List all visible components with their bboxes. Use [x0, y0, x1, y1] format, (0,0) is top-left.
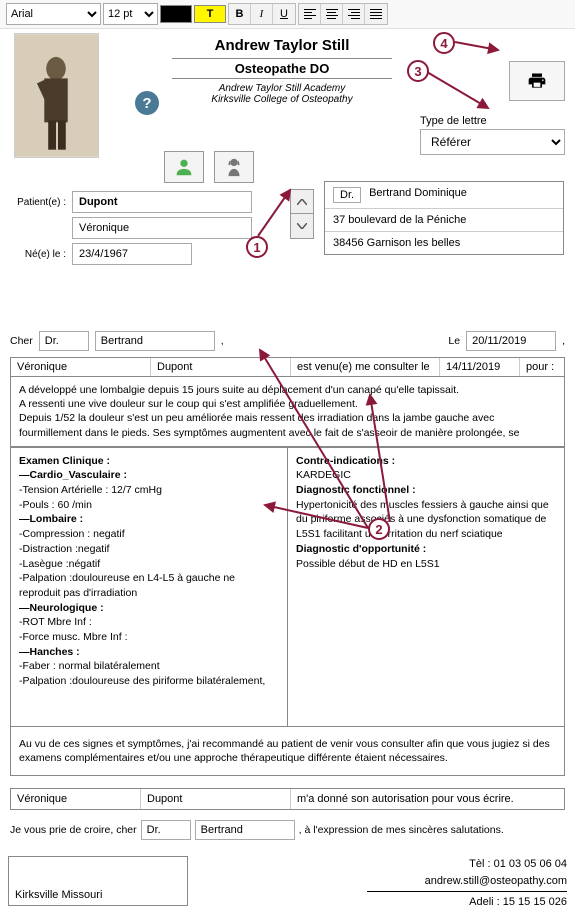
- visit-row: Véronique Dupont est venu(e) me consulte…: [10, 357, 565, 377]
- closing-pre: Je vous prie de croire, cher: [10, 824, 137, 836]
- salutation-cher: Cher: [10, 335, 33, 347]
- exam-column[interactable]: Examen Clinique : —Cardio_Vasculaire : -…: [10, 447, 287, 727]
- recipient-box: Dr. Bertrand Dominique 37 boulevard de la…: [324, 181, 564, 255]
- spin-down-button[interactable]: [290, 214, 314, 239]
- patient-dob-input[interactable]: [72, 243, 192, 265]
- closing-title-input[interactable]: [141, 820, 191, 840]
- practitioner-schools: Andrew Taylor Still Academy Kirksville C…: [172, 79, 392, 109]
- recipient-addr2: 38456 Garnison les belles: [325, 232, 563, 254]
- underline-button[interactable]: U: [273, 4, 295, 24]
- recipient-title: Dr.: [333, 187, 361, 203]
- date-input[interactable]: [466, 331, 556, 351]
- date-label: Le: [448, 335, 460, 347]
- footer-contact: Tèl : 01 03 05 06 04 andrew.still@osteop…: [367, 856, 567, 911]
- dob-label: Né(e) le :: [8, 249, 66, 260]
- formatting-toolbar: Arial 12 pt T B I U: [0, 0, 575, 29]
- footer-city: Kirksville Missouri: [8, 856, 188, 906]
- patient-label: Patient(e) :: [8, 197, 66, 208]
- practitioner-role: Osteopathe DO: [172, 58, 392, 79]
- avatar-male-icon[interactable]: [164, 151, 204, 183]
- font-select[interactable]: Arial: [6, 3, 101, 25]
- callout-3: 3: [407, 60, 429, 82]
- highlight-color-swatch[interactable]: T: [194, 5, 226, 23]
- italic-button[interactable]: I: [251, 4, 273, 24]
- help-icon[interactable]: ?: [135, 91, 159, 115]
- patient-firstname-input[interactable]: [72, 217, 252, 239]
- practitioner-photo: [14, 33, 99, 158]
- print-button[interactable]: [509, 61, 565, 101]
- authorization-row: Véronique Dupont m'a donné son autorisat…: [10, 788, 565, 810]
- align-left-button[interactable]: [299, 4, 321, 24]
- callout-4: 4: [433, 32, 455, 54]
- text-color-swatch[interactable]: [160, 5, 192, 23]
- history-box[interactable]: A développé une lombalgie depuis 15 jour…: [10, 377, 565, 447]
- closing-post: , à l'expression de mes sincères salutat…: [299, 824, 504, 836]
- salutation-title-input[interactable]: [39, 331, 89, 351]
- letterhead: Andrew Taylor Still Osteopathe DO Andrew…: [172, 33, 392, 109]
- printer-icon: [526, 71, 548, 91]
- patient-lastname-input[interactable]: [72, 191, 252, 213]
- align-right-button[interactable]: [343, 4, 365, 24]
- practitioner-name: Andrew Taylor Still: [172, 33, 392, 58]
- salutation-name-input[interactable]: [95, 331, 215, 351]
- letter-type-label: Type de lettre: [420, 115, 565, 129]
- bold-button[interactable]: B: [229, 4, 251, 24]
- font-size-select[interactable]: 12 pt: [103, 3, 158, 25]
- spin-up-button[interactable]: [290, 189, 314, 214]
- callout-1: 1: [246, 236, 268, 258]
- avatar-female-icon[interactable]: [214, 151, 254, 183]
- recommendation-box[interactable]: Au vu de ces signes et symptômes, j'ai r…: [10, 727, 565, 776]
- diagnosis-column[interactable]: Contre-indications : KARDEGIC Diagnostic…: [287, 447, 565, 727]
- letter-type-select[interactable]: Référer: [420, 129, 565, 155]
- recipient-name: Bertrand Dominique: [369, 187, 467, 203]
- callout-2: 2: [368, 518, 390, 540]
- closing-name-input[interactable]: [195, 820, 295, 840]
- align-justify-button[interactable]: [365, 4, 387, 24]
- recipient-addr1: 37 boulevard de la Péniche: [325, 209, 563, 232]
- align-center-button[interactable]: [321, 4, 343, 24]
